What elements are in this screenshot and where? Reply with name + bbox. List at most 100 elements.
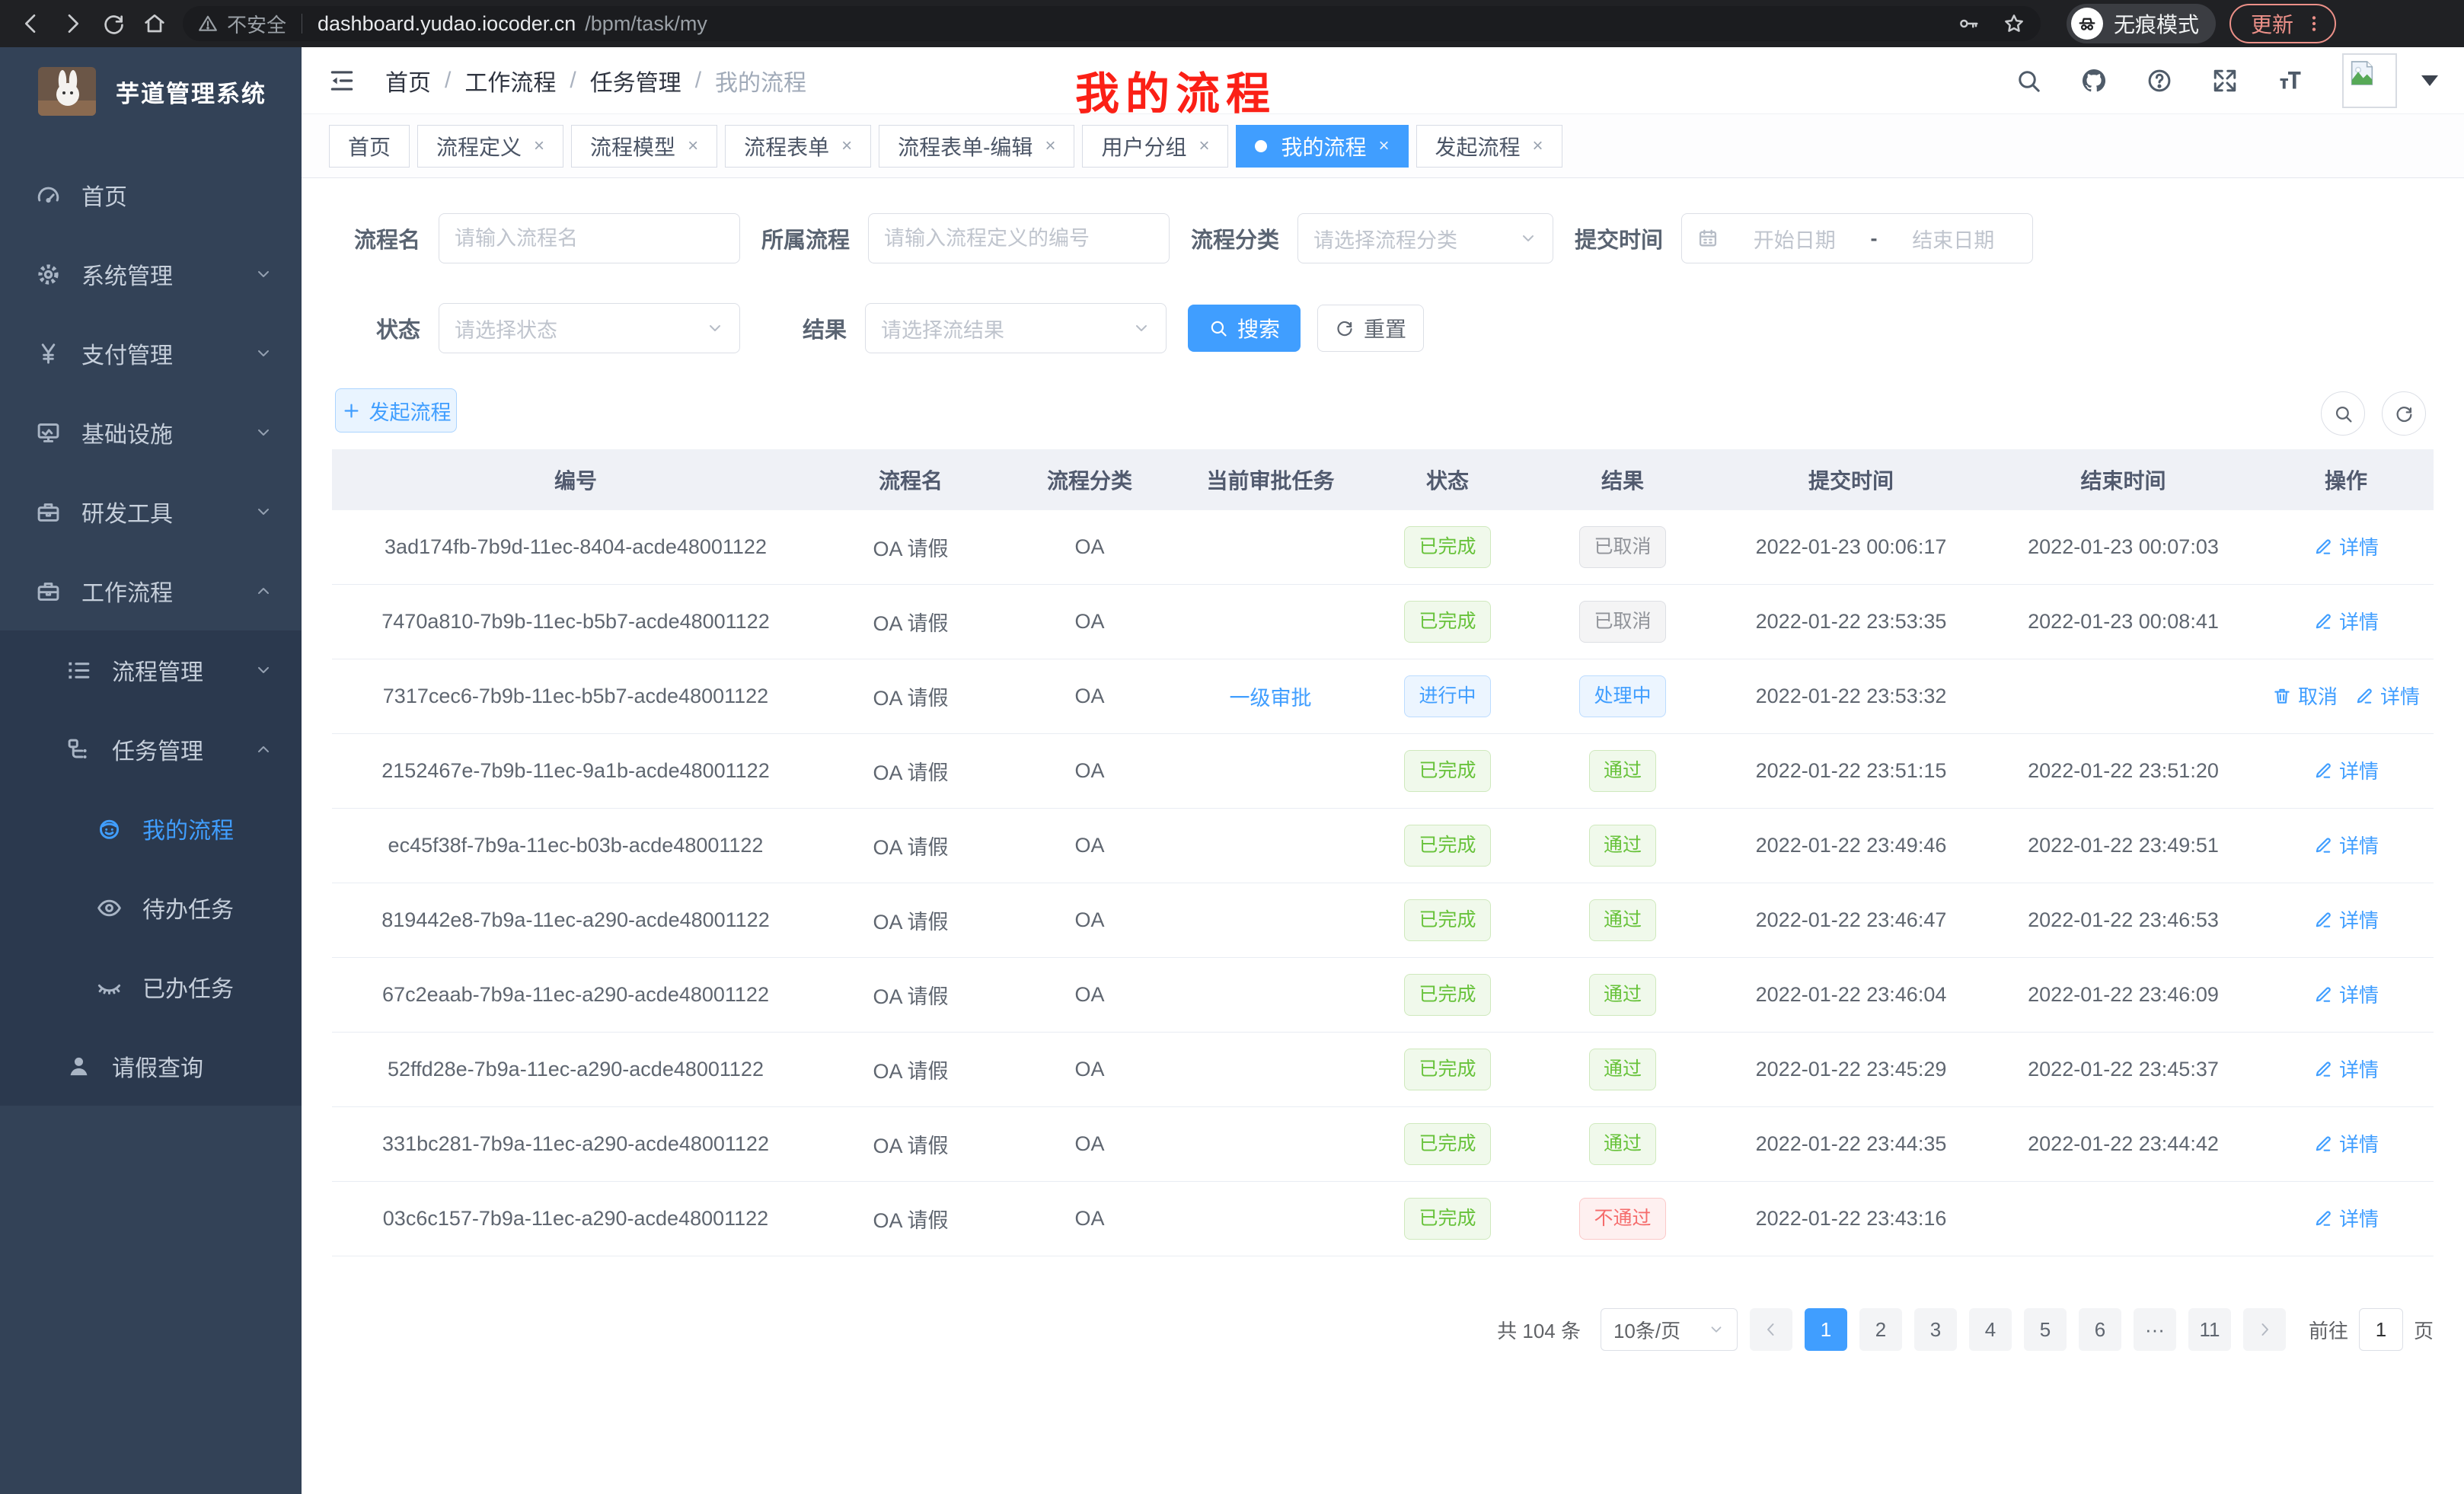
goto-page-input[interactable] (2359, 1308, 2403, 1351)
home-icon[interactable] (134, 3, 175, 44)
sidebar-item-label: 任务管理 (112, 733, 203, 766)
action-详情[interactable]: 详情 (2313, 980, 2379, 1008)
reset-button[interactable]: 重置 (1317, 305, 1424, 352)
fullscreen-icon[interactable] (2211, 67, 2239, 94)
sidebar-collapse-icon[interactable] (327, 66, 356, 95)
page-content: 流程名所属流程流程分类请选择流程分类提交时间开始日期-结束日期 状态请选择状态结… (302, 180, 2464, 1494)
page-button-1[interactable]: 1 (1805, 1308, 1847, 1351)
column-header-提交时间: 提交时间 (1714, 464, 1988, 495)
filter-input-所属流程[interactable] (868, 213, 1170, 263)
chevron-down-icon (1519, 229, 1537, 247)
cell-result: 通过 (1531, 750, 1714, 792)
bookmark-star-icon[interactable] (2003, 12, 2025, 35)
sidebar-item-流程管理[interactable]: 流程管理 (0, 630, 302, 710)
browser-menu-icon[interactable] (2304, 14, 2324, 34)
tab-首页[interactable]: 首页 (329, 125, 410, 168)
sidebar-item-首页[interactable]: 首页 (0, 155, 302, 235)
breadcrumb-item-首页[interactable]: 首页 (385, 64, 431, 97)
tab-用户分组[interactable]: 用户分组× (1082, 125, 1228, 168)
page-button-4[interactable]: 4 (1969, 1308, 2012, 1351)
app-logo[interactable]: 芋道管理系统 (0, 47, 302, 136)
page-size-select[interactable]: 10条/页 (1601, 1308, 1738, 1351)
tab-流程表单-编辑[interactable]: 流程表单-编辑× (879, 125, 1074, 168)
address-bar[interactable]: 不安全 dashboard.yudao.iocoder.cn /bpm/task… (183, 6, 2041, 41)
page-button-11[interactable]: 11 (2188, 1308, 2231, 1351)
breadcrumb-separator: / (570, 68, 576, 94)
cell-result: 通过 (1531, 1049, 1714, 1090)
sidebar-item-研发工具[interactable]: 研发工具 (0, 472, 302, 551)
font-size-icon[interactable] (2277, 67, 2304, 94)
input-所属流程[interactable] (884, 227, 1154, 251)
action-详情[interactable]: 详情 (2313, 1055, 2379, 1083)
cell-submit-time: 2022-01-22 23:49:46 (1714, 834, 1988, 857)
browser-update-button[interactable]: 更新 (2229, 4, 2336, 43)
current-task-link[interactable]: 一级审批 (1230, 682, 1312, 711)
tab-流程定义[interactable]: 流程定义× (417, 125, 563, 168)
tab-发起流程[interactable]: 发起流程× (1416, 125, 1562, 168)
password-key-icon[interactable] (1957, 12, 1980, 35)
table-refresh-button[interactable] (2382, 391, 2426, 436)
page-button-2[interactable]: 2 (1859, 1308, 1902, 1351)
action-label: 详情 (2339, 756, 2379, 784)
sidebar-item-支付管理[interactable]: 支付管理 (0, 314, 302, 393)
tab-流程模型[interactable]: 流程模型× (571, 125, 717, 168)
close-icon[interactable]: × (534, 136, 544, 157)
breadcrumb-item-工作流程[interactable]: 工作流程 (464, 64, 556, 97)
action-取消[interactable]: 取消 (2272, 682, 2338, 710)
back-icon[interactable] (11, 3, 52, 44)
filter-select-流程分类[interactable]: 请选择流程分类 (1297, 213, 1553, 263)
sidebar-item-已办任务[interactable]: 已办任务 (0, 947, 302, 1026)
page-button-3[interactable]: 3 (1914, 1308, 1957, 1351)
filter-daterange-提交时间[interactable]: 开始日期-结束日期 (1681, 213, 2033, 263)
filter-select-状态[interactable]: 请选择状态 (439, 303, 740, 353)
filter-select-结果[interactable]: 请选择流结果 (865, 303, 1167, 353)
filter-input-流程名[interactable] (439, 213, 740, 263)
cell-actions: 详情 (2258, 905, 2434, 935)
action-详情[interactable]: 详情 (2313, 532, 2379, 560)
help-icon[interactable] (2146, 67, 2173, 94)
tab-我的流程[interactable]: 我的流程× (1236, 125, 1408, 168)
close-icon[interactable]: × (688, 136, 698, 157)
close-icon[interactable]: × (1533, 136, 1543, 157)
action-详情[interactable]: 详情 (2313, 831, 2379, 859)
close-icon[interactable]: × (1198, 136, 1209, 157)
filter-row-2: 状态请选择状态结果请选择流结果搜索重置 (335, 303, 1424, 353)
action-详情[interactable]: 详情 (2313, 1129, 2379, 1157)
action-详情[interactable]: 详情 (2354, 682, 2420, 710)
close-icon[interactable]: × (1045, 136, 1055, 157)
sidebar-item-待办任务[interactable]: 待办任务 (0, 868, 302, 947)
sidebar-item-请假查询[interactable]: 请假查询 (0, 1026, 302, 1106)
header-search-icon[interactable] (2015, 67, 2042, 94)
action-详情[interactable]: 详情 (2313, 756, 2379, 784)
next-page-button[interactable] (2243, 1308, 2286, 1351)
table-row: 7317cec6-7b9b-11ec-b5b7-acde48001122OA 请… (332, 659, 2434, 734)
start-process-button[interactable]: 发起流程 (335, 388, 457, 433)
input-流程名[interactable] (455, 227, 724, 251)
filter-label: 结果 (761, 312, 847, 344)
reload-icon[interactable] (93, 3, 134, 44)
prev-page-button[interactable] (1750, 1308, 1792, 1351)
action-详情[interactable]: 详情 (2313, 905, 2379, 934)
chevron-down-icon (254, 265, 273, 283)
sidebar-item-基础设施[interactable]: 基础设施 (0, 393, 302, 472)
action-详情[interactable]: 详情 (2313, 607, 2379, 635)
close-icon[interactable]: × (841, 136, 852, 157)
page-button-5[interactable]: 5 (2024, 1308, 2067, 1351)
more-pages-button[interactable]: ··· (2134, 1308, 2176, 1351)
tab-流程表单[interactable]: 流程表单× (725, 125, 871, 168)
search-button[interactable]: 搜索 (1188, 305, 1301, 352)
avatar-caret-icon[interactable] (2421, 75, 2438, 86)
breadcrumb-item-任务管理[interactable]: 任务管理 (590, 64, 681, 97)
sidebar-item-我的流程[interactable]: 我的流程 (0, 789, 302, 868)
github-icon[interactable] (2080, 67, 2108, 94)
user-avatar[interactable] (2342, 53, 2397, 108)
sidebar-item-工作流程[interactable]: 工作流程 (0, 551, 302, 630)
table-search-toggle-button[interactable] (2321, 391, 2365, 436)
page-button-6[interactable]: 6 (2079, 1308, 2121, 1351)
sidebar-item-任务管理[interactable]: 任务管理 (0, 710, 302, 789)
action-详情[interactable]: 详情 (2313, 1204, 2379, 1232)
sidebar-item-系统管理[interactable]: 系统管理 (0, 235, 302, 314)
action-label: 详情 (2380, 682, 2420, 710)
forward-icon[interactable] (52, 3, 93, 44)
close-icon[interactable]: × (1379, 136, 1390, 157)
